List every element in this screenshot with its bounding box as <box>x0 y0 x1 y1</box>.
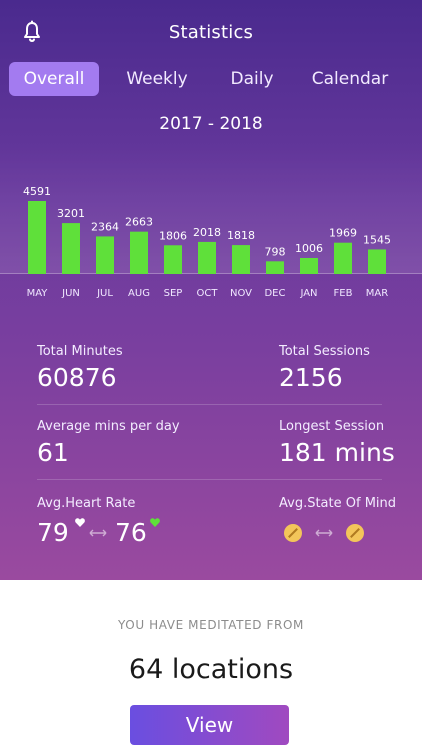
chart-bar <box>62 223 80 274</box>
mood-icon <box>284 524 302 542</box>
x-tick-label: JUL <box>96 288 113 299</box>
bar-value-label: 1806 <box>159 229 187 242</box>
tab-calendar[interactable]: Calendar <box>304 62 396 96</box>
header: Statistics <box>0 0 422 62</box>
period-label: 2017 - 2018 <box>159 114 263 134</box>
x-tick-label: SEP <box>164 288 183 299</box>
avg-mins-value: 61 <box>37 438 69 467</box>
x-tick-label: AUG <box>128 288 150 299</box>
view-locations-button[interactable]: View <box>130 705 289 745</box>
longest-session-value: 181 mins <box>279 438 395 467</box>
state-of-mind-label: Avg.State Of Mind <box>279 496 397 511</box>
tab-overall[interactable]: Overall <box>9 62 99 96</box>
monthly-bar-chart: 4591 MAY 3201 JUN 2364 JUL 2663 AUG 1806 SEP 2018 O… <box>23 185 391 299</box>
x-tick-label: DEC <box>264 288 285 299</box>
bar-value-label: 3201 <box>57 207 85 220</box>
x-tick-label: JUN <box>61 288 80 299</box>
chart-bar <box>96 236 114 274</box>
bar-value-label: 2663 <box>125 216 153 229</box>
avg-mins-label: Average mins per day <box>37 419 180 434</box>
chart-bar <box>300 258 318 274</box>
heart-icon <box>75 518 85 527</box>
chart-bar <box>368 249 386 274</box>
bar-value-label: 1006 <box>295 242 323 255</box>
stats-panel: Statistics Overall Weekly Daily Calendar… <box>0 0 422 580</box>
locations-count: 64 locations <box>128 654 294 685</box>
chart-bar <box>28 201 46 274</box>
divider <box>37 479 382 480</box>
page-title: Statistics <box>168 22 254 43</box>
heart-icon <box>150 518 160 527</box>
chart-bar <box>130 231 148 274</box>
x-tick-label: MAR <box>366 288 388 299</box>
longest-session-label: Longest Session <box>279 419 385 434</box>
x-tick-label: MAY <box>27 288 49 299</box>
bar-value-label: 4591 <box>23 185 51 198</box>
x-tick-label: NOV <box>230 288 252 299</box>
total-minutes-label: Total Minutes <box>37 344 123 359</box>
total-sessions-label: Total Sessions <box>279 344 370 359</box>
exchange-arrows-icon <box>89 529 107 537</box>
bar-value-label: 2364 <box>91 220 119 233</box>
x-tick-label: FEB <box>334 288 353 299</box>
x-tick-label: JAN <box>299 288 317 299</box>
bar-value-label: 1545 <box>363 233 391 246</box>
bar-value-label: 798 <box>265 245 286 258</box>
total-minutes-value: 60876 <box>37 363 117 392</box>
chart-bar <box>232 245 250 274</box>
mood-icon <box>346 524 364 542</box>
tab-daily[interactable]: Daily <box>220 62 284 96</box>
bar-value-label: 1818 <box>227 229 255 242</box>
total-sessions-value: 2156 <box>279 363 343 392</box>
chart-bar <box>198 241 216 274</box>
tab-weekly[interactable]: Weekly <box>115 62 199 96</box>
chart-bar <box>266 261 284 274</box>
bar-value-label: 2018 <box>193 226 221 239</box>
heart-rate-label: Avg.Heart Rate <box>37 496 136 511</box>
chart-bar <box>164 245 182 274</box>
exchange-arrows-icon <box>315 529 333 537</box>
tab-bar: Overall Weekly Daily Calendar <box>0 62 422 96</box>
divider <box>37 404 382 405</box>
heart-rate-before: 79 <box>37 518 69 547</box>
x-tick-label: OCT <box>197 288 219 299</box>
heart-rate-after: 76 <box>115 518 147 547</box>
meditated-from-label: YOU HAVE MEDITATED FROM <box>118 618 304 632</box>
bar-value-label: 1969 <box>329 227 357 240</box>
chart-bar <box>334 242 352 274</box>
